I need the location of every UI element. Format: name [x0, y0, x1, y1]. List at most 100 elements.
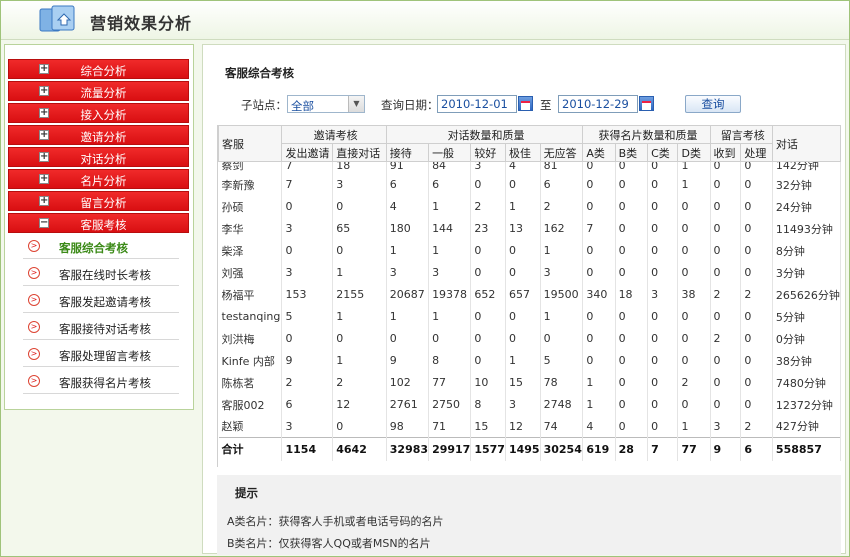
table-cell: 6 [386, 173, 430, 196]
table-cell: 7 [582, 217, 616, 240]
table-cell: 0 [582, 305, 616, 328]
table-cell: 0 [505, 305, 541, 328]
table-row: 刘洪梅 0 0 0 0 0 0 0 0 0 0 0 2 0 0分钟 [218, 327, 841, 350]
table-cell: 23 [470, 217, 506, 240]
table-cell: 0 [647, 415, 679, 438]
table-cell: 0 [647, 327, 679, 350]
table-cell: 0 [677, 327, 711, 350]
col-header: 一般 [428, 143, 472, 162]
table-cell: 0 [647, 349, 679, 372]
table-cell: 3 [505, 393, 541, 416]
table-cell: 6 [428, 173, 472, 196]
table-cell: 0 [647, 173, 679, 196]
total-cell: 28 [615, 437, 649, 461]
table-cell: 0 [677, 393, 711, 416]
table-cell: 153 [281, 283, 334, 306]
table-cell: 3 [647, 283, 679, 306]
table-cell: 0分钟 [772, 327, 841, 350]
date-separator: 至 [540, 98, 552, 112]
table-cell: 0 [470, 327, 506, 350]
table-cell: 12 [505, 415, 541, 438]
menu-item-message[interactable]: + 留言分析 [8, 191, 189, 211]
table-cell: 13 [505, 217, 541, 240]
menu-item-conversation[interactable]: + 对话分析 [8, 147, 189, 167]
menu-item-overview[interactable]: + 综合分析 [8, 59, 189, 79]
menu-item-service-assessment[interactable]: − 客服考核 [8, 213, 189, 233]
table-cell: 77 [428, 371, 472, 394]
table-cell: 0 [740, 261, 773, 284]
table-row: Kinfe 内部 9 1 9 8 0 1 5 0 0 0 0 0 0 38分钟 [218, 349, 841, 372]
agent-name-cell: 孙硕 [218, 195, 283, 218]
calendar-icon[interactable] [639, 96, 654, 111]
table-cell: 2 [470, 195, 506, 218]
table-cell: 7 [281, 161, 334, 174]
menu-item-business-card[interactable]: + 名片分析 [8, 169, 189, 189]
table-cell: 340 [582, 283, 616, 306]
table-cell: 3 [428, 261, 472, 284]
table-cell: 19378 [428, 283, 472, 306]
total-cell: 619 [582, 437, 616, 461]
table-cell: 1 [677, 161, 711, 174]
date-to-input[interactable] [558, 95, 638, 113]
menu-item-label: 接入分析 [80, 108, 127, 122]
table-cell: 2 [281, 371, 334, 394]
table-cell: 1 [332, 305, 387, 328]
menu-item-access[interactable]: + 接入分析 [8, 103, 189, 123]
chevron-down-icon[interactable]: ▼ [348, 96, 364, 112]
table-cell: 0 [647, 305, 679, 328]
table-cell: 0 [647, 371, 679, 394]
submenu-item-conversations[interactable]: > 客服接待对话考核 [23, 316, 179, 340]
table-cell: 4 [386, 195, 430, 218]
menu-item-label: 留言分析 [80, 196, 127, 210]
table-cell: 1 [677, 173, 711, 196]
chevron-right-icon: > [28, 267, 40, 279]
table-cell: 0 [740, 239, 773, 262]
table-cell: 0 [677, 305, 711, 328]
table-cell: 3分钟 [772, 261, 841, 284]
total-label-cell: 合计 [218, 437, 283, 461]
table-cell: 0 [582, 195, 616, 218]
table-cell: 0 [615, 415, 649, 438]
table-cell: 0 [332, 327, 387, 350]
table-cell: 15 [470, 415, 506, 438]
table-cell: 11493分钟 [772, 217, 841, 240]
table-cell: 1 [582, 393, 616, 416]
agent-name-cell: 客服002 [218, 393, 283, 416]
assessment-table-viewport[interactable]: 客服 邀请考核 对话数量和质量 获得名片数量和质量 留言考核 对话 发出邀请 直… [217, 125, 841, 467]
table-cell: 74 [540, 415, 584, 438]
table-cell: 2 [710, 327, 742, 350]
date-from-input[interactable] [437, 95, 517, 113]
menu-item-traffic[interactable]: + 流量分析 [8, 81, 189, 101]
col-header: B类 [614, 143, 649, 162]
table-cell: 0 [332, 195, 387, 218]
table-cell: 142分钟 [772, 161, 841, 174]
table-cell: 3 [281, 217, 334, 240]
table-cell: 0 [582, 161, 616, 174]
menu-item-invitation[interactable]: + 邀请分析 [8, 125, 189, 145]
table-cell: 265626分钟 [772, 283, 841, 306]
submenu-item-online-time[interactable]: > 客服在线时长考核 [23, 262, 179, 286]
query-button[interactable]: 查询 [685, 95, 741, 113]
table-cell: 0 [710, 217, 742, 240]
agent-name-cell: 赵颖 [218, 415, 283, 438]
table-cell: 7 [281, 173, 334, 196]
table-cell: 0 [740, 393, 773, 416]
col-header: 接待 [385, 143, 430, 162]
submenu-item-comprehensive[interactable]: > 客服综合考核 [23, 235, 179, 259]
site-select[interactable]: 全部 ▼ [287, 95, 365, 113]
col-header: 直接对话 [332, 143, 387, 162]
total-cell: 1495 [505, 437, 541, 461]
table-cell: 81 [540, 161, 584, 174]
table-cell: 0 [615, 239, 649, 262]
calendar-icon[interactable] [518, 96, 533, 111]
chevron-right-icon: > [28, 294, 40, 306]
table-cell: 2 [740, 415, 773, 438]
table-cell: 65 [332, 217, 387, 240]
agent-name-cell: 柴泽 [218, 239, 283, 262]
table-row: 孙硕 0 0 4 1 2 1 2 0 0 0 0 0 0 24分钟 [218, 195, 841, 218]
submenu-item-business-cards[interactable]: > 客服获得名片考核 [23, 370, 179, 394]
total-cell: 30254 [540, 437, 584, 461]
submenu-item-invitations[interactable]: > 客服发起邀请考核 [23, 289, 179, 313]
submenu-item-messages[interactable]: > 客服处理留言考核 [23, 343, 179, 367]
table-cell: 6 [281, 393, 334, 416]
